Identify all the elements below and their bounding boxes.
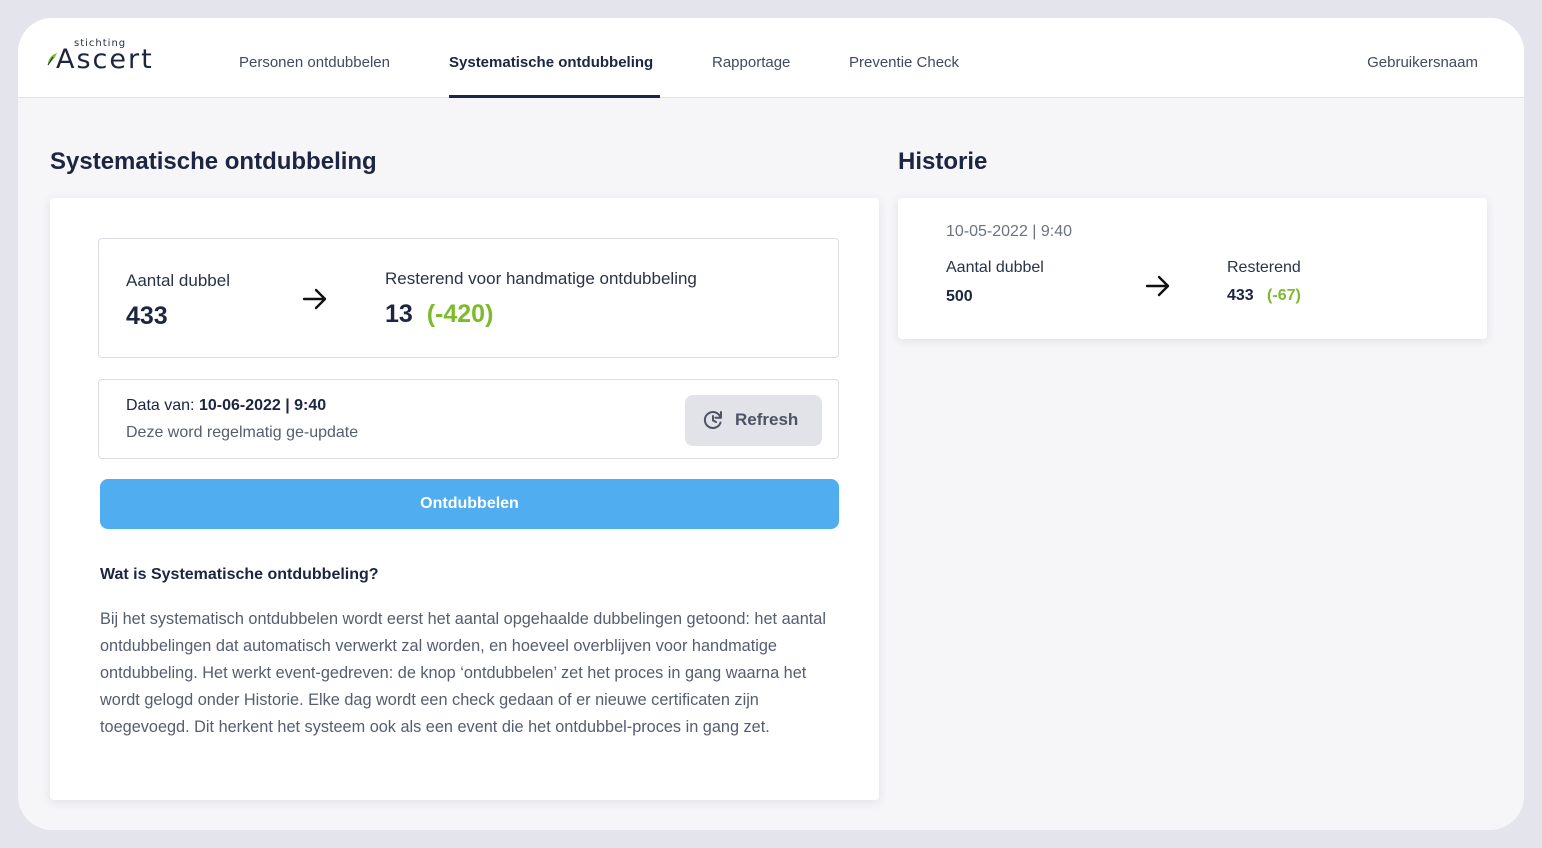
logo-wordmark: Ascert [56,44,154,75]
history-resterend-value: 433 (-67) [1227,287,1301,305]
nav-preventie-check[interactable]: Preventie Check [849,54,959,71]
resterend-count: 13 [385,300,413,328]
user-menu[interactable]: Gebruikersnaam [1367,54,1478,71]
history-resterend-count: 433 [1227,287,1254,304]
resterend-label: Resterend voor handmatige ontdubbeling [385,269,697,288]
ontdubbelen-button[interactable]: Ontdubbelen [100,479,839,529]
history-resterend-delta: (-67) [1267,287,1301,304]
resterend-delta: (-420) [426,300,494,328]
history-entry: 10-05-2022 | 9:40 Aantal dubbel 500 Rest… [898,198,1487,339]
nav-personen-ontdubbelen[interactable]: Personen ontdubbelen [239,54,390,71]
refresh-icon [703,411,722,429]
refresh-button[interactable]: Refresh [685,395,822,446]
info-title: Wat is Systematische ontdubbeling? [100,566,379,583]
ontdubbeling-card: Aantal dubbel 433 Resterend voor handmat… [50,198,879,800]
nav-systematische-ontdubbeling[interactable]: Systematische ontdubbeling [449,54,653,71]
data-status: Data van: 10-06-2022 | 9:40 Deze word re… [98,379,839,459]
arrow-right-icon [302,288,327,310]
history-title: Historie [898,148,988,175]
data-prefix: Data van: [126,397,199,414]
history-resterend-label: Resterend [1227,259,1301,276]
device-frame: stichting Ascert Personen ontdubbelen Sy… [0,0,1542,848]
refresh-label: Refresh [735,410,799,429]
data-date: 10-06-2022 | 9:40 [198,397,327,414]
app-window: stichting Ascert Personen ontdubbelen Sy… [18,18,1524,830]
stats-summary: Aantal dubbel 433 Resterend voor handmat… [98,238,839,358]
active-tab-indicator [449,95,660,98]
logo[interactable]: stichting Ascert [46,38,176,78]
nav-rapportage[interactable]: Rapportage [712,54,790,71]
arrow-right-icon [1145,275,1170,297]
aantal-dubbel-value: 433 [126,302,168,330]
data-update-note: Deze word regelmatig ge-update [126,424,359,441]
data-date-line: Data van: 10-06-2022 | 9:40 [126,397,326,415]
info-body: Bij het systematisch ontdubbelen wordt e… [100,610,826,736]
history-aantal-dubbel-label: Aantal dubbel [946,259,1044,276]
top-navigation-bar: stichting Ascert Personen ontdubbelen Sy… [18,18,1524,98]
page-title: Systematische ontdubbeling [50,148,377,175]
aantal-dubbel-label: Aantal dubbel [126,271,230,290]
history-aantal-dubbel-value: 500 [946,288,973,305]
resterend-value: 13 (-420) [385,300,493,329]
history-date: 10-05-2022 | 9:40 [946,223,1073,240]
